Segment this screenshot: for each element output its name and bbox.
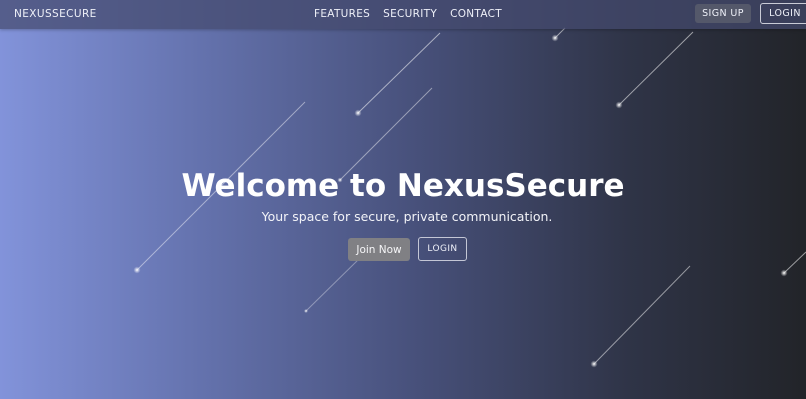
nav-login-button[interactable]: LOGIN [760,3,806,24]
shooting-star [551,27,566,42]
shooting-star [615,31,694,109]
join-now-button[interactable]: Join Now [348,238,410,261]
hero-subtitle: Your space for secure, private communica… [261,209,553,224]
brand-logo-text[interactable]: NEXUSSECURE [14,8,97,20]
shooting-star [354,32,441,117]
nav-link-features[interactable]: FEATURES [314,8,370,20]
nav-link-security[interactable]: SECURITY [383,8,437,20]
hero-login-button[interactable]: LOGIN [418,237,467,261]
shooting-star [590,265,691,368]
landing-page: NEXUSSECURE FEATURES SECURITY CONTACT SI… [0,0,806,399]
shooting-star [780,251,806,277]
nav-links: FEATURES SECURITY CONTACT [314,8,502,20]
nav-link-contact[interactable]: CONTACT [450,8,502,20]
signup-button[interactable]: SIGN UP [695,4,751,23]
hero-title: Welcome to NexusSecure [181,168,625,204]
top-navbar: NEXUSSECURE FEATURES SECURITY CONTACT SI… [0,0,806,29]
shooting-star [304,257,361,313]
